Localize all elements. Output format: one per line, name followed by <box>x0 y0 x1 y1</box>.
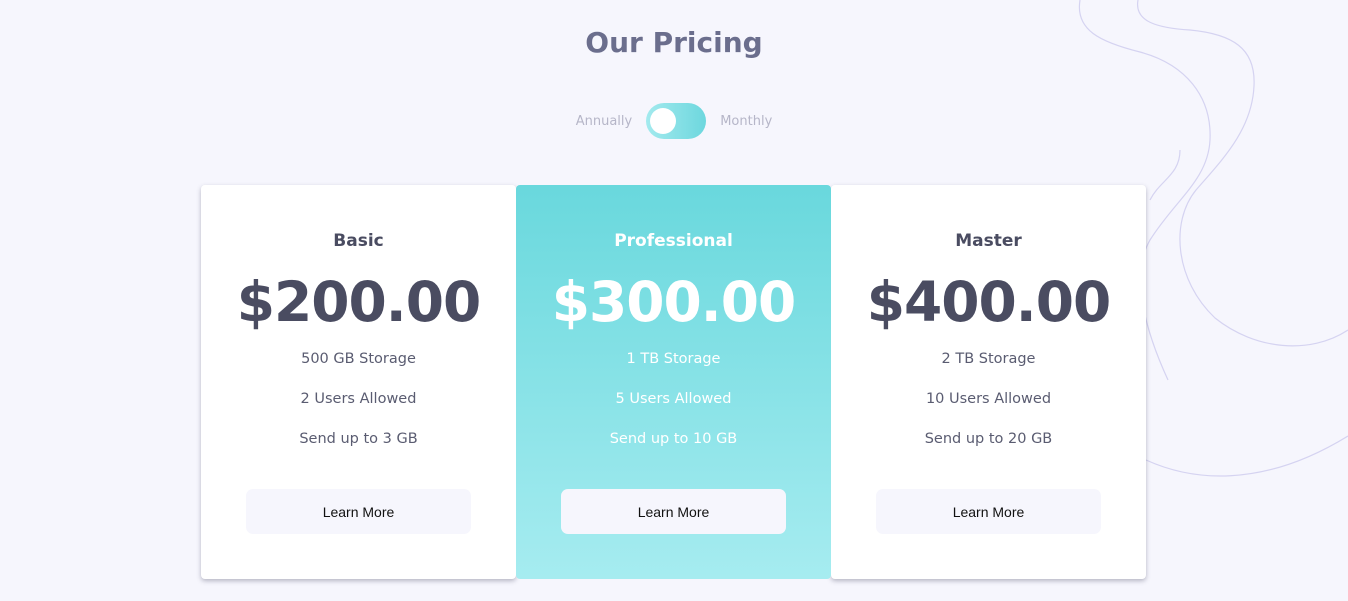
pricing-card-master: Master $400.00 2 TB Storage 10 Users All… <box>831 185 1146 579</box>
plan-price: $400.00 <box>866 270 1112 334</box>
switch-knob <box>650 108 677 134</box>
learn-more-button[interactable]: Learn More <box>561 489 786 534</box>
billing-switch[interactable] <box>646 103 707 139</box>
plan-feature: Send up to 20 GB <box>924 431 1053 447</box>
plan-feature: 10 Users Allowed <box>925 391 1052 407</box>
learn-more-button[interactable]: Learn More <box>876 489 1101 534</box>
plan-feature: Send up to 3 GB <box>299 431 418 447</box>
pricing-cards: Basic $200.00 500 GB Storage 2 Users All… <box>201 185 1146 579</box>
learn-more-button[interactable]: Learn More <box>246 489 471 534</box>
plan-feature: 500 GB Storage <box>301 351 416 367</box>
plan-name: Basic <box>333 231 384 251</box>
plan-name: Professional <box>614 231 733 251</box>
pricing-card-professional: Professional $300.00 1 TB Storage 5 User… <box>516 185 831 579</box>
billing-period-toggle: Annually Monthly <box>0 103 1348 139</box>
plan-price: $200.00 <box>236 270 482 334</box>
plan-name: Master <box>955 231 1022 251</box>
annually-label: Annually <box>575 113 633 129</box>
plan-feature: 5 Users Allowed <box>615 391 732 407</box>
page-title: Our Pricing <box>585 26 763 59</box>
plan-feature: Send up to 10 GB <box>609 431 738 447</box>
plan-feature: 2 TB Storage <box>941 351 1036 367</box>
plan-price: $300.00 <box>551 270 797 334</box>
plan-feature: 1 TB Storage <box>626 351 721 367</box>
pricing-card-basic: Basic $200.00 500 GB Storage 2 Users All… <box>201 185 516 579</box>
monthly-label: Monthly <box>720 113 773 129</box>
plan-feature: 2 Users Allowed <box>300 391 417 407</box>
